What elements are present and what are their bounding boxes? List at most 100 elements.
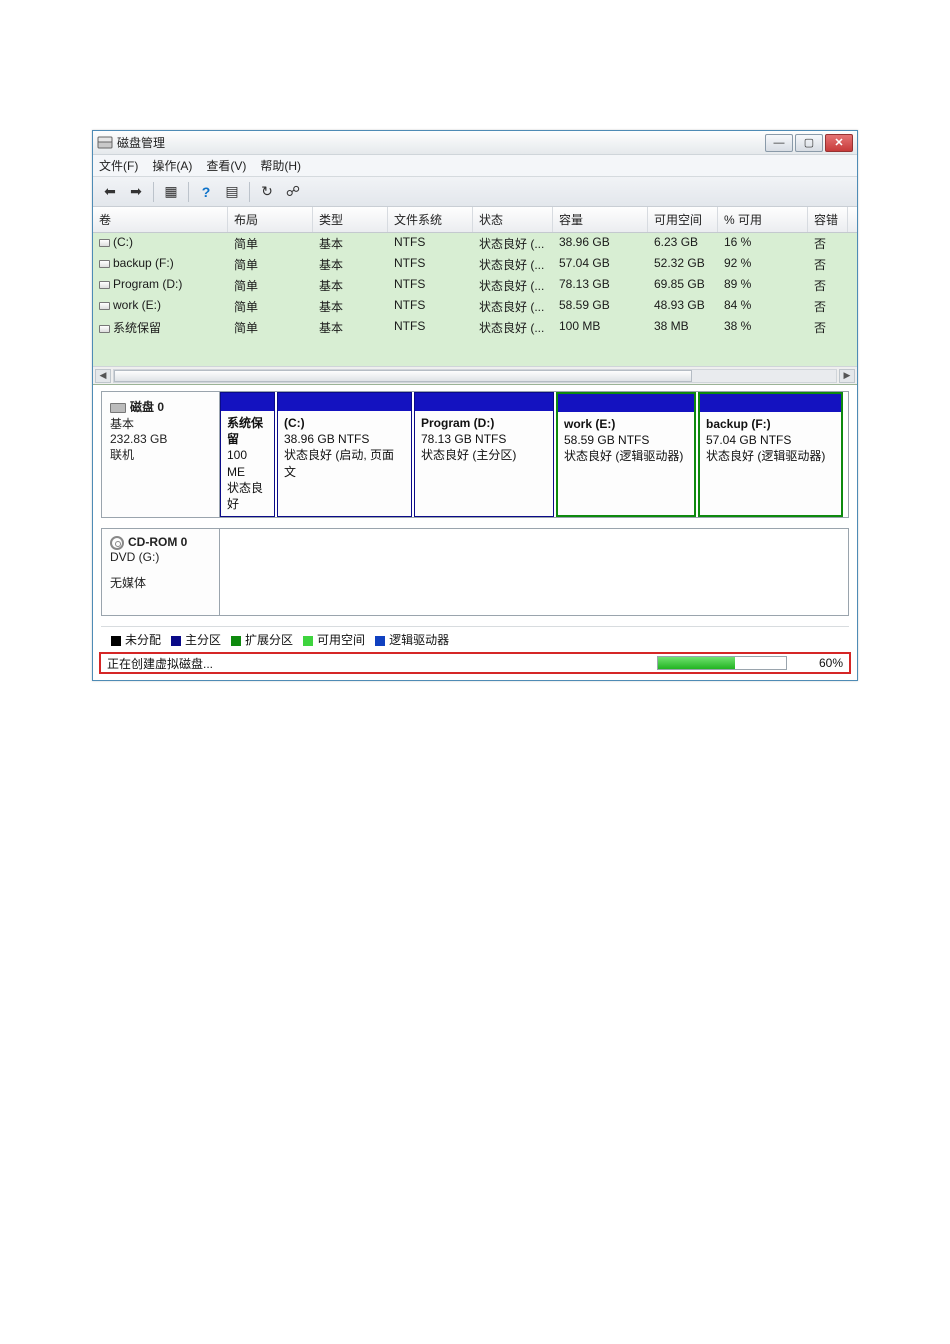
refresh-button[interactable]: ↻ (256, 181, 278, 203)
col-fault[interactable]: 容错 (808, 207, 848, 232)
volume-icon (99, 239, 110, 247)
cell-layout: 简单 (228, 296, 313, 317)
col-pctfree[interactable]: % 可用 (718, 207, 808, 232)
disk-0-info: 磁盘 0 基本 232.83 GB 联机 (102, 392, 220, 517)
minimize-button[interactable]: — (765, 134, 793, 152)
forward-button[interactable]: ➡ (125, 181, 147, 203)
col-type[interactable]: 类型 (313, 207, 388, 232)
cell-capacity: 58.59 GB (553, 296, 648, 317)
cell-status: 状态良好 (... (473, 275, 553, 296)
cell-pct: 92 % (718, 254, 808, 275)
partition-name: 系统保留 (227, 415, 268, 447)
cell-type: 基本 (313, 254, 388, 275)
partition-header (558, 394, 694, 412)
volume-row[interactable]: 系统保留简单基本NTFS状态良好 (...100 MB38 MB38 %否 (93, 317, 857, 338)
partition-status: 状态良好 (逻辑驱动器) (706, 448, 835, 464)
legend-primary: 主分区 (171, 631, 221, 648)
menu-view[interactable]: 查看(V) (206, 157, 246, 174)
volume-list: 卷 布局 类型 文件系统 状态 容量 可用空间 % 可用 容错 (C:)简单基本… (93, 207, 857, 385)
cell-fault: 否 (808, 317, 848, 338)
partition-size: 57.04 GB NTFS (706, 432, 835, 448)
legend-logical: 逻辑驱动器 (375, 631, 449, 648)
partition[interactable]: backup (F:)57.04 GB NTFS状态良好 (逻辑驱动器) (698, 392, 843, 517)
partition-size: 58.59 GB NTFS (564, 432, 688, 448)
volume-row[interactable]: backup (F:)简单基本NTFS状态良好 (...57.04 GB52.3… (93, 254, 857, 275)
back-button[interactable]: ⬅ (99, 181, 121, 203)
legend-extended: 扩展分区 (231, 631, 293, 648)
close-button[interactable]: ✕ (825, 134, 853, 152)
menu-action[interactable]: 操作(A) (152, 157, 192, 174)
cell-volume: 系统保留 (93, 317, 228, 338)
cell-fs: NTFS (388, 233, 473, 254)
volume-row[interactable]: (C:)简单基本NTFS状态良好 (...38.96 GB6.23 GB16 %… (93, 233, 857, 254)
cell-status: 状态良好 (... (473, 233, 553, 254)
cdrom-info: CD-ROM 0 DVD (G:) 无媒体 (102, 529, 220, 615)
toolbar-separator (153, 182, 154, 202)
cell-status: 状态良好 (... (473, 317, 553, 338)
partition-status: 状态良好 (227, 480, 268, 512)
col-status[interactable]: 状态 (473, 207, 553, 232)
cell-type: 基本 (313, 296, 388, 317)
partition[interactable]: work (E:)58.59 GB NTFS状态良好 (逻辑驱动器) (556, 392, 696, 517)
settings-button[interactable]: ☍ (282, 181, 304, 203)
volume-list-header: 卷 布局 类型 文件系统 状态 容量 可用空间 % 可用 容错 (93, 207, 857, 233)
cdrom-block[interactable]: CD-ROM 0 DVD (G:) 无媒体 (101, 528, 849, 616)
cell-layout: 简单 (228, 317, 313, 338)
status-text: 正在创建虚拟磁盘... (107, 655, 213, 672)
col-free[interactable]: 可用空间 (648, 207, 718, 232)
cell-layout: 简单 (228, 275, 313, 296)
cell-layout: 简单 (228, 254, 313, 275)
partition-name: Program (D:) (421, 415, 547, 431)
properties-button[interactable]: ▤ (221, 181, 243, 203)
cell-fs: NTFS (388, 275, 473, 296)
status-bar: 正在创建虚拟磁盘... 60% (99, 652, 851, 674)
scroll-left-icon[interactable]: ◀ (95, 369, 111, 383)
volume-row[interactable]: Program (D:)简单基本NTFS状态良好 (...78.13 GB69.… (93, 275, 857, 296)
partition-status: 状态良好 (启动, 页面文 (284, 447, 405, 479)
cell-fault: 否 (808, 275, 848, 296)
partition-body: work (E:)58.59 GB NTFS状态良好 (逻辑驱动器) (558, 412, 694, 515)
scroll-right-icon[interactable]: ▶ (839, 369, 855, 383)
cell-fs: NTFS (388, 317, 473, 338)
menubar: 文件(F) 操作(A) 查看(V) 帮助(H) (93, 155, 857, 177)
scroll-thumb[interactable] (114, 370, 692, 382)
col-capacity[interactable]: 容量 (553, 207, 648, 232)
col-volume[interactable]: 卷 (93, 207, 228, 232)
cell-pct: 38 % (718, 317, 808, 338)
col-layout[interactable]: 布局 (228, 207, 313, 232)
titlebar: 磁盘管理 — ▢ ✕ (93, 131, 857, 155)
toolbar: ⬅ ➡ ▦ ? ▤ ↻ ☍ (93, 177, 857, 207)
col-fs[interactable]: 文件系统 (388, 207, 473, 232)
cdrom-icon (110, 536, 124, 550)
maximize-button[interactable]: ▢ (795, 134, 823, 152)
cell-status: 状态良好 (... (473, 254, 553, 275)
cell-type: 基本 (313, 275, 388, 296)
disk-0-size: 232.83 GB (110, 432, 211, 446)
disk-icon (110, 403, 126, 413)
partition-header (415, 393, 553, 411)
cell-fs: NTFS (388, 254, 473, 275)
disk-management-window: 磁盘管理 — ▢ ✕ 文件(F) 操作(A) 查看(V) 帮助(H) ⬅ ➡ ▦… (92, 130, 858, 681)
show-hide-tree-button[interactable]: ▦ (160, 181, 182, 203)
menu-help[interactable]: 帮助(H) (260, 157, 301, 174)
cell-pct: 16 % (718, 233, 808, 254)
volume-row[interactable]: work (E:)简单基本NTFS状态良好 (...58.59 GB48.93 … (93, 296, 857, 317)
cell-free: 52.32 GB (648, 254, 718, 275)
volume-icon (99, 260, 110, 268)
disk-0-block[interactable]: 磁盘 0 基本 232.83 GB 联机 系统保留100 ME状态良好(C:)3… (101, 391, 849, 518)
help-button[interactable]: ? (195, 181, 217, 203)
cell-free: 38 MB (648, 317, 718, 338)
cell-fault: 否 (808, 296, 848, 317)
partition[interactable]: 系统保留100 ME状态良好 (220, 392, 275, 517)
menu-file[interactable]: 文件(F) (99, 157, 138, 174)
partition-body: (C:)38.96 GB NTFS状态良好 (启动, 页面文 (278, 411, 411, 516)
cell-pct: 84 % (718, 296, 808, 317)
scroll-track[interactable] (113, 369, 837, 383)
cell-volume: Program (D:) (93, 275, 228, 296)
cell-capacity: 100 MB (553, 317, 648, 338)
partition[interactable]: (C:)38.96 GB NTFS状态良好 (启动, 页面文 (277, 392, 412, 517)
partition[interactable]: Program (D:)78.13 GB NTFS状态良好 (主分区) (414, 392, 554, 517)
toolbar-separator (249, 182, 250, 202)
cell-free: 69.85 GB (648, 275, 718, 296)
horizontal-scrollbar[interactable]: ◀ ▶ (93, 366, 857, 384)
